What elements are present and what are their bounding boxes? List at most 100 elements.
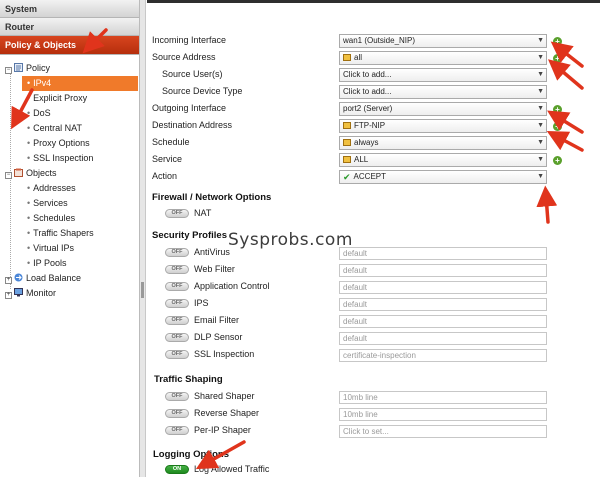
- monitor-icon: [14, 287, 23, 297]
- tree-item-services[interactable]: • Services: [0, 196, 139, 211]
- add-incoming-interface-icon[interactable]: +: [553, 37, 562, 46]
- tree-item-label: Virtual IPs: [33, 243, 75, 253]
- nav-policy-objects[interactable]: Policy & Objects: [0, 36, 139, 55]
- pane-splitter[interactable]: [140, 0, 146, 477]
- tree-item-label: Explicit Proxy: [33, 93, 88, 103]
- ssl-inspection-profile-field[interactable]: certificate-inspection: [339, 349, 547, 362]
- action-value: ACCEPT: [353, 172, 386, 181]
- antivirus-label: AntiVirus: [194, 247, 230, 257]
- address-object-icon: [343, 53, 351, 61]
- source-device-type-select[interactable]: Click to add... ▼: [339, 85, 547, 99]
- bullet-icon: •: [27, 108, 31, 118]
- tree-item-schedules[interactable]: • Schedules: [0, 211, 139, 226]
- ips-profile-field[interactable]: default: [339, 298, 547, 311]
- tree-item-ipv4[interactable]: • IPv4: [22, 76, 138, 91]
- email-filter-toggle[interactable]: OFF: [165, 316, 189, 325]
- antivirus-toggle[interactable]: OFF: [165, 248, 189, 257]
- incoming-interface-label: Incoming Interface: [152, 35, 227, 45]
- bullet-icon: •: [27, 213, 31, 223]
- action-select[interactable]: ✔ ACCEPT ▼: [339, 170, 547, 184]
- tree-item-label: Services: [33, 198, 68, 208]
- shared-shaper-field[interactable]: 10mb line: [339, 391, 547, 404]
- nav-system[interactable]: System: [0, 0, 139, 18]
- logging-options-heading: Logging Options: [153, 449, 229, 460]
- bullet-icon: •: [27, 228, 31, 238]
- per-ip-shaper-field[interactable]: Click to set...: [339, 425, 547, 438]
- tree-item-label: Schedules: [33, 213, 76, 223]
- policy-edit-form: Incoming Interface wan1 (Outside_NIP) ▼ +…: [147, 0, 600, 477]
- application-control-profile-field[interactable]: default: [339, 281, 547, 294]
- add-destination-address-icon[interactable]: +: [553, 122, 562, 131]
- objects-icon: [14, 167, 23, 177]
- per-ip-shaper-toggle[interactable]: OFF: [165, 426, 189, 435]
- add-source-address-icon[interactable]: +: [553, 54, 562, 63]
- tree-monitor[interactable]: + Monitor: [0, 286, 139, 301]
- expand-icon[interactable]: +: [5, 277, 12, 284]
- collapse-icon[interactable]: −: [5, 67, 12, 74]
- dropdown-arrow-icon: ▼: [537, 71, 544, 78]
- application-control-toggle[interactable]: OFF: [165, 282, 189, 291]
- tree-item-ip-pools[interactable]: • IP Pools: [0, 256, 139, 271]
- outgoing-interface-select[interactable]: port2 (Server) ▼: [339, 102, 547, 116]
- incoming-interface-value: wan1 (Outside_NIP): [343, 36, 416, 45]
- nav-router[interactable]: Router: [0, 18, 139, 36]
- source-address-select[interactable]: all ▼: [339, 51, 547, 65]
- watermark: Sysprobs.com: [228, 230, 353, 250]
- outgoing-interface-label: Outgoing Interface: [152, 103, 227, 113]
- dropdown-arrow-icon: ▼: [537, 173, 544, 180]
- tree-item-virtual-ips[interactable]: • Virtual IPs: [0, 241, 139, 256]
- ips-toggle[interactable]: OFF: [165, 299, 189, 308]
- tree-item-addresses[interactable]: • Addresses: [0, 181, 139, 196]
- email-filter-label: Email Filter: [194, 315, 240, 325]
- bullet-icon: •: [27, 243, 31, 253]
- shared-shaper-toggle[interactable]: OFF: [165, 392, 189, 401]
- antivirus-profile-field[interactable]: default: [339, 247, 547, 260]
- tree-item-explicit-proxy[interactable]: • Explicit Proxy: [0, 91, 139, 106]
- source-users-label: Source User(s): [162, 69, 223, 79]
- service-select[interactable]: ALL ▼: [339, 153, 547, 167]
- schedule-icon: [343, 138, 351, 146]
- splitter-grip-icon[interactable]: [141, 282, 144, 298]
- tree-objects[interactable]: − Objects: [0, 166, 139, 181]
- log-allowed-traffic-toggle[interactable]: ON: [165, 465, 189, 474]
- web-filter-toggle[interactable]: OFF: [165, 265, 189, 274]
- email-filter-profile-field[interactable]: default: [339, 315, 547, 328]
- source-users-select[interactable]: Click to add... ▼: [339, 68, 547, 82]
- dropdown-arrow-icon: ▼: [537, 105, 544, 112]
- destination-address-select[interactable]: FTP-NIP ▼: [339, 119, 547, 133]
- tree-item-label: DoS: [33, 108, 51, 118]
- reverse-shaper-toggle[interactable]: OFF: [165, 409, 189, 418]
- tree-policy-label: Policy: [26, 63, 51, 73]
- add-service-icon[interactable]: +: [553, 156, 562, 165]
- tree-item-label: Central NAT: [33, 123, 83, 133]
- log-allowed-traffic-label: Log Allowed Traffic: [194, 464, 270, 474]
- reverse-shaper-field[interactable]: 10mb line: [339, 408, 547, 421]
- tree-policy[interactable]: − Policy: [0, 61, 139, 76]
- nav-tree: − Policy • IPv4 • Explicit Proxy • DoS • Cent…: [0, 61, 139, 301]
- tree-objects-label: Objects: [26, 168, 57, 178]
- tree-item-traffic-shapers[interactable]: • Traffic Shapers: [0, 226, 139, 241]
- tree-load-balance[interactable]: + Load Balance: [0, 271, 139, 286]
- schedule-select[interactable]: always ▼: [339, 136, 547, 150]
- tree-item-central-nat[interactable]: • Central NAT: [0, 121, 139, 136]
- outgoing-interface-value: port2 (Server): [343, 104, 393, 113]
- web-filter-profile-field[interactable]: default: [339, 264, 547, 277]
- collapse-icon[interactable]: −: [5, 172, 12, 179]
- expand-icon[interactable]: +: [5, 292, 12, 299]
- nat-toggle[interactable]: OFF: [165, 209, 189, 218]
- tree-item-label: IPv4: [33, 78, 52, 88]
- ssl-inspection-toggle[interactable]: OFF: [165, 350, 189, 359]
- tree-item-ssl-inspection[interactable]: • SSL Inspection: [0, 151, 139, 166]
- tree-load-balance-label: Load Balance: [26, 273, 82, 283]
- tree-monitor-label: Monitor: [26, 288, 57, 298]
- destination-address-value: FTP-NIP: [354, 121, 386, 130]
- dlp-sensor-profile-field[interactable]: default: [339, 332, 547, 345]
- destination-address-label: Destination Address: [152, 120, 233, 130]
- tree-item-dos[interactable]: • DoS: [0, 106, 139, 121]
- add-outgoing-interface-icon[interactable]: +: [553, 105, 562, 114]
- top-divider: [147, 0, 600, 3]
- dlp-sensor-toggle[interactable]: OFF: [165, 333, 189, 342]
- incoming-interface-select[interactable]: wan1 (Outside_NIP) ▼: [339, 34, 547, 48]
- ssl-inspection-label: SSL Inspection: [194, 349, 255, 359]
- tree-item-proxy-options[interactable]: • Proxy Options: [0, 136, 139, 151]
